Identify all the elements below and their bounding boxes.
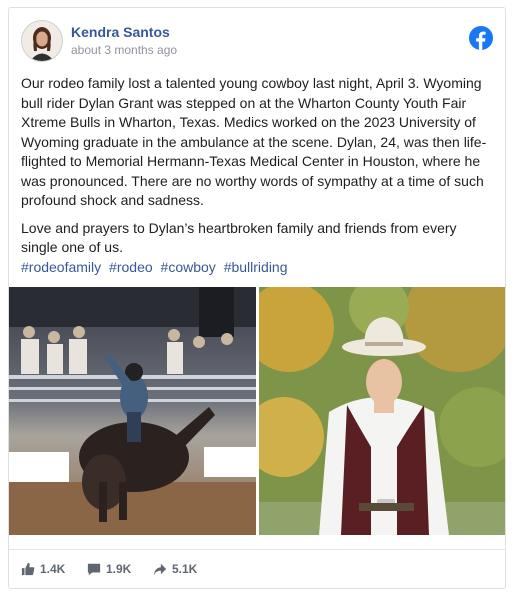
post-paragraph: Our rodeo family lost a talented young c… bbox=[21, 75, 487, 208]
comment-icon bbox=[87, 563, 101, 576]
likes-stat[interactable]: 1.4K bbox=[21, 562, 65, 576]
facebook-post-card: Kendra Santos about 3 months ago Our rod… bbox=[8, 7, 506, 589]
hashtag-link[interactable]: #rodeo bbox=[109, 259, 153, 275]
hashtag-list: #rodeofamily #rodeo #cowboy #bullriding bbox=[21, 259, 292, 275]
shares-stat[interactable]: 5.1K bbox=[153, 562, 197, 576]
facebook-logo-icon[interactable] bbox=[469, 26, 493, 50]
share-icon bbox=[153, 563, 167, 576]
photo-grid bbox=[9, 287, 505, 535]
comments-stat[interactable]: 1.9K bbox=[87, 562, 131, 576]
likes-count: 1.4K bbox=[40, 562, 66, 576]
hashtag-link[interactable]: #bullriding bbox=[224, 259, 288, 275]
post-body: Our rodeo family lost a talented young c… bbox=[21, 74, 491, 266]
photo-cowboy-portrait[interactable] bbox=[259, 287, 505, 535]
comments-count: 1.9K bbox=[106, 562, 132, 576]
post-timestamp[interactable]: about 3 months ago bbox=[71, 43, 177, 57]
avatar-image bbox=[22, 21, 62, 61]
post-paragraph: Love and prayers to Dylan’s heartbroken … bbox=[21, 219, 457, 256]
like-icon bbox=[21, 562, 35, 576]
shares-count: 5.1K bbox=[172, 562, 198, 576]
author-name[interactable]: Kendra Santos bbox=[71, 24, 170, 40]
photo-bull-riding[interactable] bbox=[9, 287, 256, 535]
post-footer: 1.4K 1.9K 5.1K bbox=[9, 549, 505, 590]
post-header: Kendra Santos about 3 months ago bbox=[21, 20, 493, 64]
hashtag-link[interactable]: #rodeofamily bbox=[21, 259, 101, 275]
hashtag-link[interactable]: #cowboy bbox=[161, 259, 216, 275]
author-avatar[interactable] bbox=[21, 20, 63, 62]
